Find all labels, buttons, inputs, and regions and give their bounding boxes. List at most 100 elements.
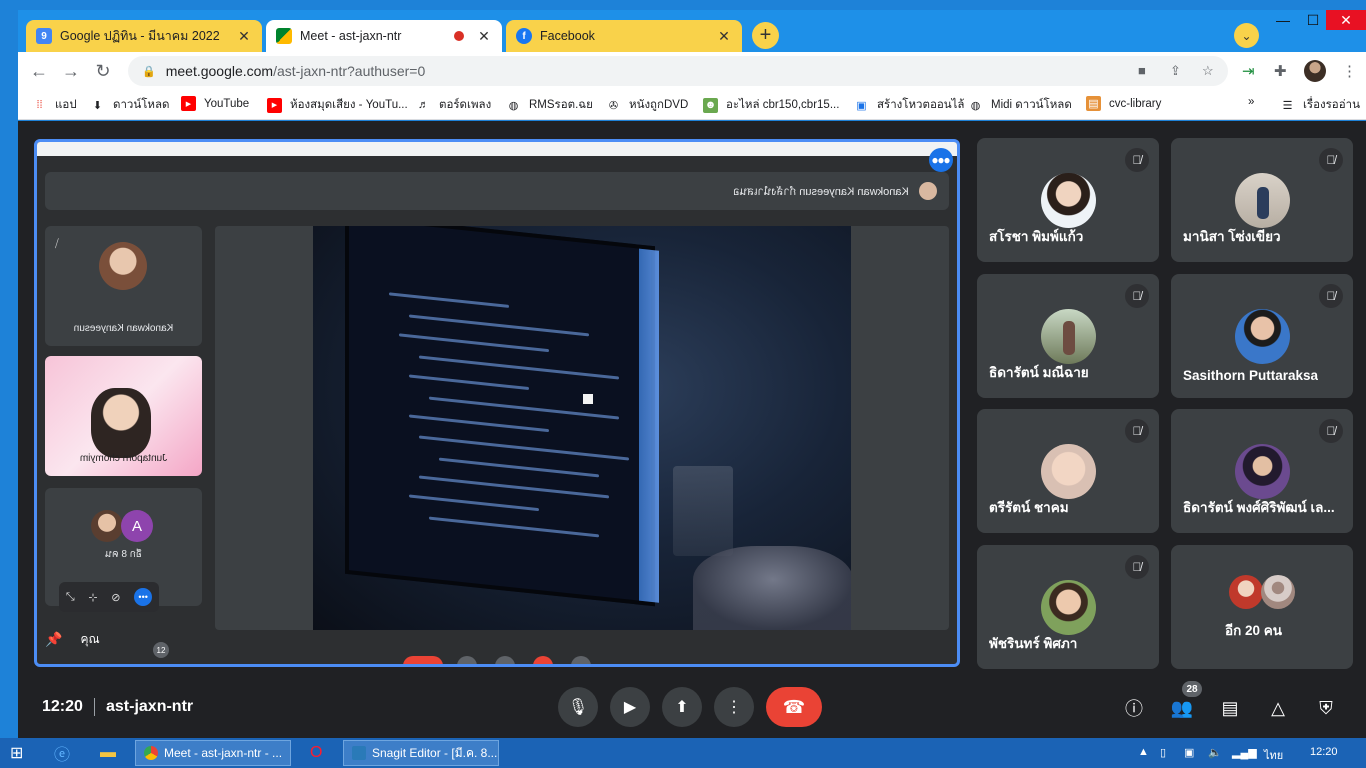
- address-bar[interactable]: 🔒 meet.google.com/ast-jaxn-ntr?authuser=…: [128, 56, 1228, 86]
- bookmark-label: เรื่องรออ่าน: [1303, 99, 1360, 111]
- tab-meet[interactable]: Meet - ast-jaxn-ntr ✕: [266, 20, 502, 52]
- bookmark-label: หนังถูกDVD: [629, 99, 689, 111]
- bookmark-apps[interactable]: ⁞⁞ แอป: [32, 96, 77, 114]
- file-explorer-icon[interactable]: ▬: [100, 740, 116, 766]
- apps-grid-icon: ⁞⁞: [36, 99, 43, 111]
- participant-tile[interactable]: 🎙̸ Sasithorn Puttaraksa: [1171, 274, 1353, 398]
- windows-start-icon[interactable]: ⊞: [10, 740, 23, 766]
- opera-icon[interactable]: O: [310, 740, 322, 766]
- snagit-icon: [352, 746, 366, 760]
- mic-off-icon: 🎙̸: [1125, 555, 1149, 579]
- close-tab-icon[interactable]: ✕: [236, 28, 252, 45]
- mic-off-icon: 🎙̸: [1319, 419, 1343, 443]
- bookmark-cvc-library[interactable]: ▤ cvc-library: [1086, 96, 1161, 111]
- mug-graphic: [673, 466, 733, 556]
- people-icon[interactable]: 👥: [1170, 696, 1194, 720]
- avatar: [1041, 444, 1096, 499]
- activities-icon[interactable]: △: [1266, 696, 1290, 720]
- participant-name: มานิสา โซ่งเขียว: [1183, 229, 1281, 244]
- taskbar-item-snagit[interactable]: Snagit Editor - [มี.ค. 8...: [343, 740, 499, 766]
- mini-tile-video: Juntaporn chomyim: [45, 356, 202, 476]
- mini-tile-presenter: ⧸ Kanokwan Kanyeesun: [45, 226, 202, 346]
- participant-tile[interactable]: 🎙̸ ธิดารัตน์ พงศ์ศิริพัฒน์ เล...: [1171, 409, 1353, 533]
- volume-icon[interactable]: 🔈: [1208, 746, 1222, 759]
- close-window-button[interactable]: ✕: [1326, 10, 1366, 30]
- bookmark-label: Midi ดาวน์โหลด: [991, 99, 1072, 111]
- presentation-stage[interactable]: ⦁⦁⦁ Kanokwan Kanyeesun กำลังนำเสนอ ⧸ Kan…: [34, 139, 960, 667]
- expand-icon[interactable]: ⤡: [66, 591, 75, 604]
- bookmark-download[interactable]: ⬇ ดาวน์โหลด: [90, 96, 170, 114]
- bookmarks-overflow-icon[interactable]: »: [1248, 96, 1254, 108]
- chat-icon[interactable]: ▤: [1218, 696, 1242, 720]
- participant-tile[interactable]: 🎙̸ สโรชา พิมพ์แก้ว: [977, 138, 1159, 262]
- meeting-info-icon[interactable]: ⓘ: [1122, 696, 1146, 720]
- participant-tile[interactable]: 🎙̸ มานิสา โซ่งเขียว: [1171, 138, 1353, 262]
- taskbar-item-chrome[interactable]: Meet - ast-jaxn-ntr - ...: [135, 740, 291, 766]
- leave-call-button[interactable]: ☎: [766, 687, 822, 727]
- taskbar-clock[interactable]: 12:20: [1310, 746, 1338, 758]
- bookmark-midi[interactable]: ◍ Midi ดาวน์โหลด: [968, 96, 1072, 114]
- bookmark-label: YouTube: [204, 97, 250, 110]
- bookmark-dvd[interactable]: ✇ หนังถูกDVD: [606, 96, 688, 114]
- close-tab-icon[interactable]: ✕: [476, 28, 492, 45]
- participant-name: ธิดารัตน์ มณีฉาย: [989, 365, 1089, 380]
- bookmark-rms[interactable]: ◍ RMSรอต.ฉย: [506, 96, 593, 114]
- network-icon[interactable]: ▣: [1184, 746, 1194, 759]
- profile-avatar[interactable]: [1304, 60, 1326, 82]
- battery-icon[interactable]: ▯: [1160, 746, 1166, 759]
- menu-icon[interactable]: ⋮: [1342, 62, 1357, 80]
- pin-icon[interactable]: ⊹: [88, 591, 97, 604]
- camera-button[interactable]: ▶: [610, 687, 650, 727]
- lock-icon: 🔒: [142, 65, 156, 78]
- extensions-icon[interactable]: ✚: [1274, 62, 1287, 80]
- ie-icon[interactable]: ⓔ: [54, 740, 70, 766]
- microphone-button[interactable]: 🎙: [558, 687, 598, 727]
- camera-off-icon[interactable]: ⊘: [111, 591, 120, 604]
- more-options-icon[interactable]: •••: [134, 588, 153, 606]
- more-options-button[interactable]: ⋮: [714, 687, 754, 727]
- forward-button[interactable]: →: [60, 60, 82, 82]
- participant-tile[interactable]: 🎙̸ พัชรินทร์ พิศภา: [977, 545, 1159, 669]
- host-controls-icon[interactable]: ⛨: [1314, 696, 1338, 720]
- present-screen-icon: ⬆: [675, 699, 689, 716]
- participant-tile[interactable]: 🎙̸ ตรีรัตน์ ชาคม: [977, 409, 1159, 533]
- tab-search-button[interactable]: ⌄: [1234, 23, 1259, 48]
- cursor-marker: [583, 394, 593, 404]
- camera-icon[interactable]: ■: [1138, 63, 1146, 78]
- share-icon[interactable]: ⇪: [1170, 63, 1181, 79]
- music-icon: ♬: [418, 99, 429, 111]
- sync-icon[interactable]: ⇥: [1242, 62, 1255, 80]
- mirrored-controls: [37, 656, 957, 664]
- more-participants-label: อีก 20 คน: [1224, 623, 1283, 638]
- bookmark-label: แอป: [55, 99, 77, 111]
- more-participants-tile[interactable]: อีก 20 คน: [1171, 545, 1353, 669]
- signal-icon[interactable]: ▂▄▆: [1232, 746, 1257, 759]
- back-button[interactable]: ←: [28, 60, 50, 82]
- more-vert-icon: ⋮: [726, 699, 742, 716]
- maximize-button[interactable]: ☐: [1298, 10, 1328, 30]
- bookmark-audio-library[interactable]: ▶ ห้องสมุดเสียง - YouTu...: [267, 96, 408, 114]
- bookmark-vote[interactable]: ▣ สร้างโหวตออนไล้: [854, 96, 964, 114]
- new-tab-button[interactable]: +: [752, 22, 779, 49]
- reload-button[interactable]: ↻: [92, 60, 114, 82]
- bookmark-youtube[interactable]: ▶ YouTube: [181, 96, 249, 111]
- pin-icon[interactable]: 📌: [45, 631, 62, 648]
- bookmark-label: ดาวน์โหลด: [113, 99, 170, 111]
- taskbar: ⊞ ⓔ ▬ Meet - ast-jaxn-ntr - ... O Snagit…: [0, 738, 1366, 768]
- tab-calendar[interactable]: 9 Google ปฏิทิน - มีนาคม 2022 ✕: [26, 20, 262, 52]
- participant-name: พัชรินทร์ พิศภา: [989, 636, 1078, 651]
- tab-facebook[interactable]: f Facebook ✕: [506, 20, 742, 52]
- participant-tile[interactable]: 🎙̸ ธิดารัตน์ มณีฉาย: [977, 274, 1159, 398]
- close-tab-icon[interactable]: ✕: [716, 28, 732, 45]
- mic-off-icon: ⧸: [55, 238, 59, 250]
- bookmark-cbr[interactable]: ☻ อะไหล่ cbr150,cbr15...: [703, 96, 839, 114]
- input-language[interactable]: ไทย: [1264, 746, 1283, 764]
- meet-window: ⦁⦁⦁ Kanokwan Kanyeesun กำลังนำเสนอ ⧸ Kan…: [18, 121, 1366, 738]
- bookmark-music[interactable]: ♬ ตอร์ดเพลง: [416, 96, 491, 114]
- bookmark-reading-list[interactable]: ☰ เรื่องรออ่าน: [1280, 96, 1360, 114]
- present-button[interactable]: ⬆: [662, 687, 702, 727]
- bookmark-star-icon[interactable]: ☆: [1202, 63, 1214, 79]
- tray-expand-icon[interactable]: ▲: [1138, 746, 1149, 758]
- minimize-button[interactable]: —: [1268, 10, 1298, 30]
- bookmark-label: RMSรอต.ฉย: [529, 99, 593, 111]
